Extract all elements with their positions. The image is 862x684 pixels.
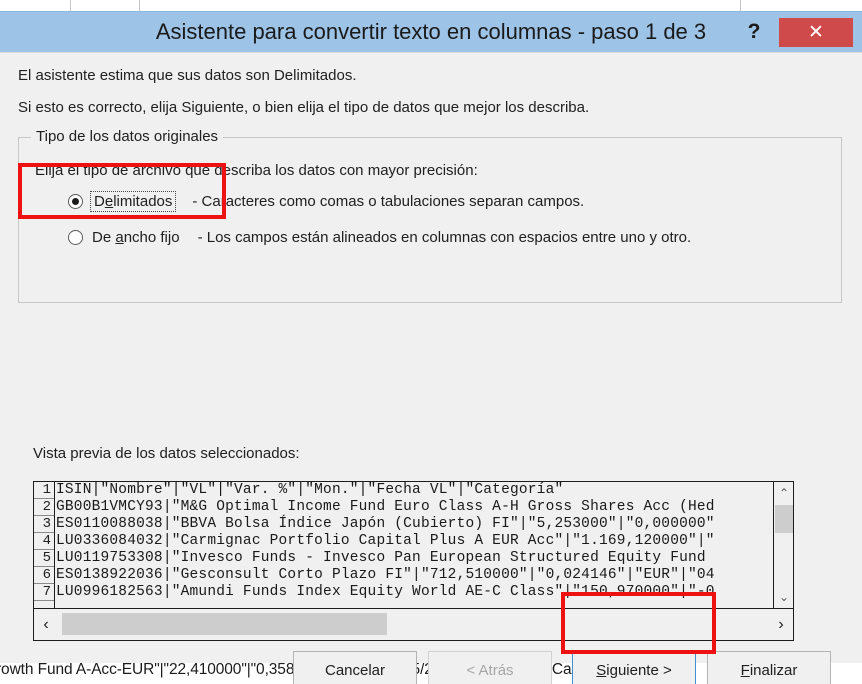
next-button-accel: S: [596, 661, 607, 679]
next-button-label-post: iguiente >: [606, 661, 672, 679]
radio-row-delimitados[interactable]: Delimitados - Caracteres como comas o ta…: [35, 191, 585, 212]
preview-row-number: 4: [34, 533, 54, 550]
preview-line: LU0336084032|"Carmignac Portfolio Capita…: [56, 533, 715, 549]
preview-horizontal-scrollbar[interactable]: ‹ ›: [34, 608, 793, 640]
preview-line: LU0119753308|"Invesco Funds - Invesco Pa…: [56, 550, 706, 566]
preview-row-number: 5: [34, 550, 54, 567]
original-data-type-group: Tipo de los datos originales Elija el ti…: [18, 128, 842, 303]
preview-row-number: 6: [34, 567, 54, 584]
next-button[interactable]: Siguiente >: [572, 651, 696, 684]
radio-row-ancho-fijo[interactable]: De ancho fijo - Los campos están alinead…: [35, 229, 691, 246]
scroll-up-icon[interactable]: ⌃: [774, 482, 793, 504]
radio-label-delimitados-post: limitados: [113, 193, 173, 210]
cancel-button-label: Cancelar: [324, 661, 386, 679]
radio-button-ancho-fijo-indicator[interactable]: [68, 230, 83, 245]
finish-button[interactable]: Finalizar: [707, 651, 831, 684]
vertical-scrollbar-thumb[interactable]: [775, 505, 793, 533]
group-title: Tipo de los datos originales: [31, 128, 224, 145]
preview-row-number: 2: [34, 499, 54, 516]
radio-label-delimitados-pre: D: [94, 193, 105, 210]
back-button-label: < Atrás: [466, 661, 514, 679]
preview-row-number: 3: [34, 516, 54, 533]
finish-button-label-post: inalizar: [749, 661, 798, 679]
scroll-right-icon[interactable]: ›: [769, 610, 793, 640]
preview-line: ISIN|"Nombre"|"VL"|"Var. %"|"Mon."|"Fech…: [56, 482, 564, 498]
preview-line: ES0138922036|"Gesconsult Corto Plazo FI"…: [56, 567, 715, 583]
data-preview-panel[interactable]: 1234567 ISIN|"Nombre"|"VL"|"Var. %"|"Mon…: [33, 481, 794, 641]
next-button-label: Siguiente >: [596, 662, 672, 679]
close-icon[interactable]: ✕: [779, 18, 853, 47]
dialog-button-bar: Cancelar < Atrás Siguiente > Finalizar: [0, 651, 862, 684]
preview-line: GB00B1VMCY93|"M&G Optimal Income Fund Eu…: [56, 499, 715, 515]
intro-text-line-1: El asistente estima que sus datos son De…: [18, 67, 357, 84]
horizontal-scrollbar-track[interactable]: [58, 610, 769, 640]
cancel-button[interactable]: Cancelar: [293, 651, 417, 684]
radio-label-delimitados[interactable]: Delimitados: [89, 191, 177, 212]
preview-label: Vista previa de los datos seleccionados:: [33, 445, 300, 462]
dialog-client-area: El asistente estima que sus datos son De…: [0, 52, 862, 684]
radio-label-ancho-fijo-accel: a: [115, 229, 124, 246]
horizontal-scrollbar-thumb[interactable]: [62, 612, 387, 635]
help-icon[interactable]: ?: [741, 19, 767, 45]
text-to-columns-wizard-dialog: Asistente para convertir texto en column…: [0, 11, 862, 684]
radio-description-ancho-fijo: - Los campos están alineados en columnas…: [197, 229, 692, 246]
radio-label-ancho-fijo-pre: De: [92, 229, 116, 246]
preview-vertical-scrollbar[interactable]: ⌃ ⌄: [773, 482, 793, 608]
dialog-titlebar[interactable]: Asistente para convertir texto en column…: [0, 12, 862, 52]
preview-line: LU0996182563|"Amundi Funds Index Equity …: [56, 584, 715, 600]
preview-row-number: 1: [34, 482, 54, 499]
radio-label-ancho-fijo-post: ncho fijo: [123, 229, 180, 246]
preview-line: ES0110088038|"BBVA Bolsa Índice Japón (C…: [56, 516, 715, 532]
radio-label-delimitados-accel: e: [104, 193, 114, 210]
preview-row-number: 7: [34, 584, 54, 601]
preview-text-lines[interactable]: ISIN|"Nombre"|"VL"|"Var. %"|"Mon."|"Fech…: [56, 482, 773, 608]
group-instruction-text: Elija el tipo de archivo que describa lo…: [35, 162, 478, 179]
finish-button-accel: F: [740, 661, 750, 679]
finish-button-label: Finalizar: [741, 662, 798, 679]
scroll-left-icon[interactable]: ‹: [34, 610, 58, 640]
radio-description-delimitados: - Caracteres como comas o tabulaciones s…: [192, 193, 585, 210]
scroll-down-icon[interactable]: ⌄: [774, 586, 793, 608]
radio-label-ancho-fijo[interactable]: De ancho fijo: [92, 229, 180, 246]
dialog-title: Asistente para convertir texto en column…: [155, 19, 707, 44]
intro-text-line-2: Si esto es correcto, elija Siguiente, o …: [18, 99, 590, 116]
radio-button-delimitados-indicator[interactable]: [68, 194, 83, 209]
back-button[interactable]: < Atrás: [428, 651, 552, 684]
